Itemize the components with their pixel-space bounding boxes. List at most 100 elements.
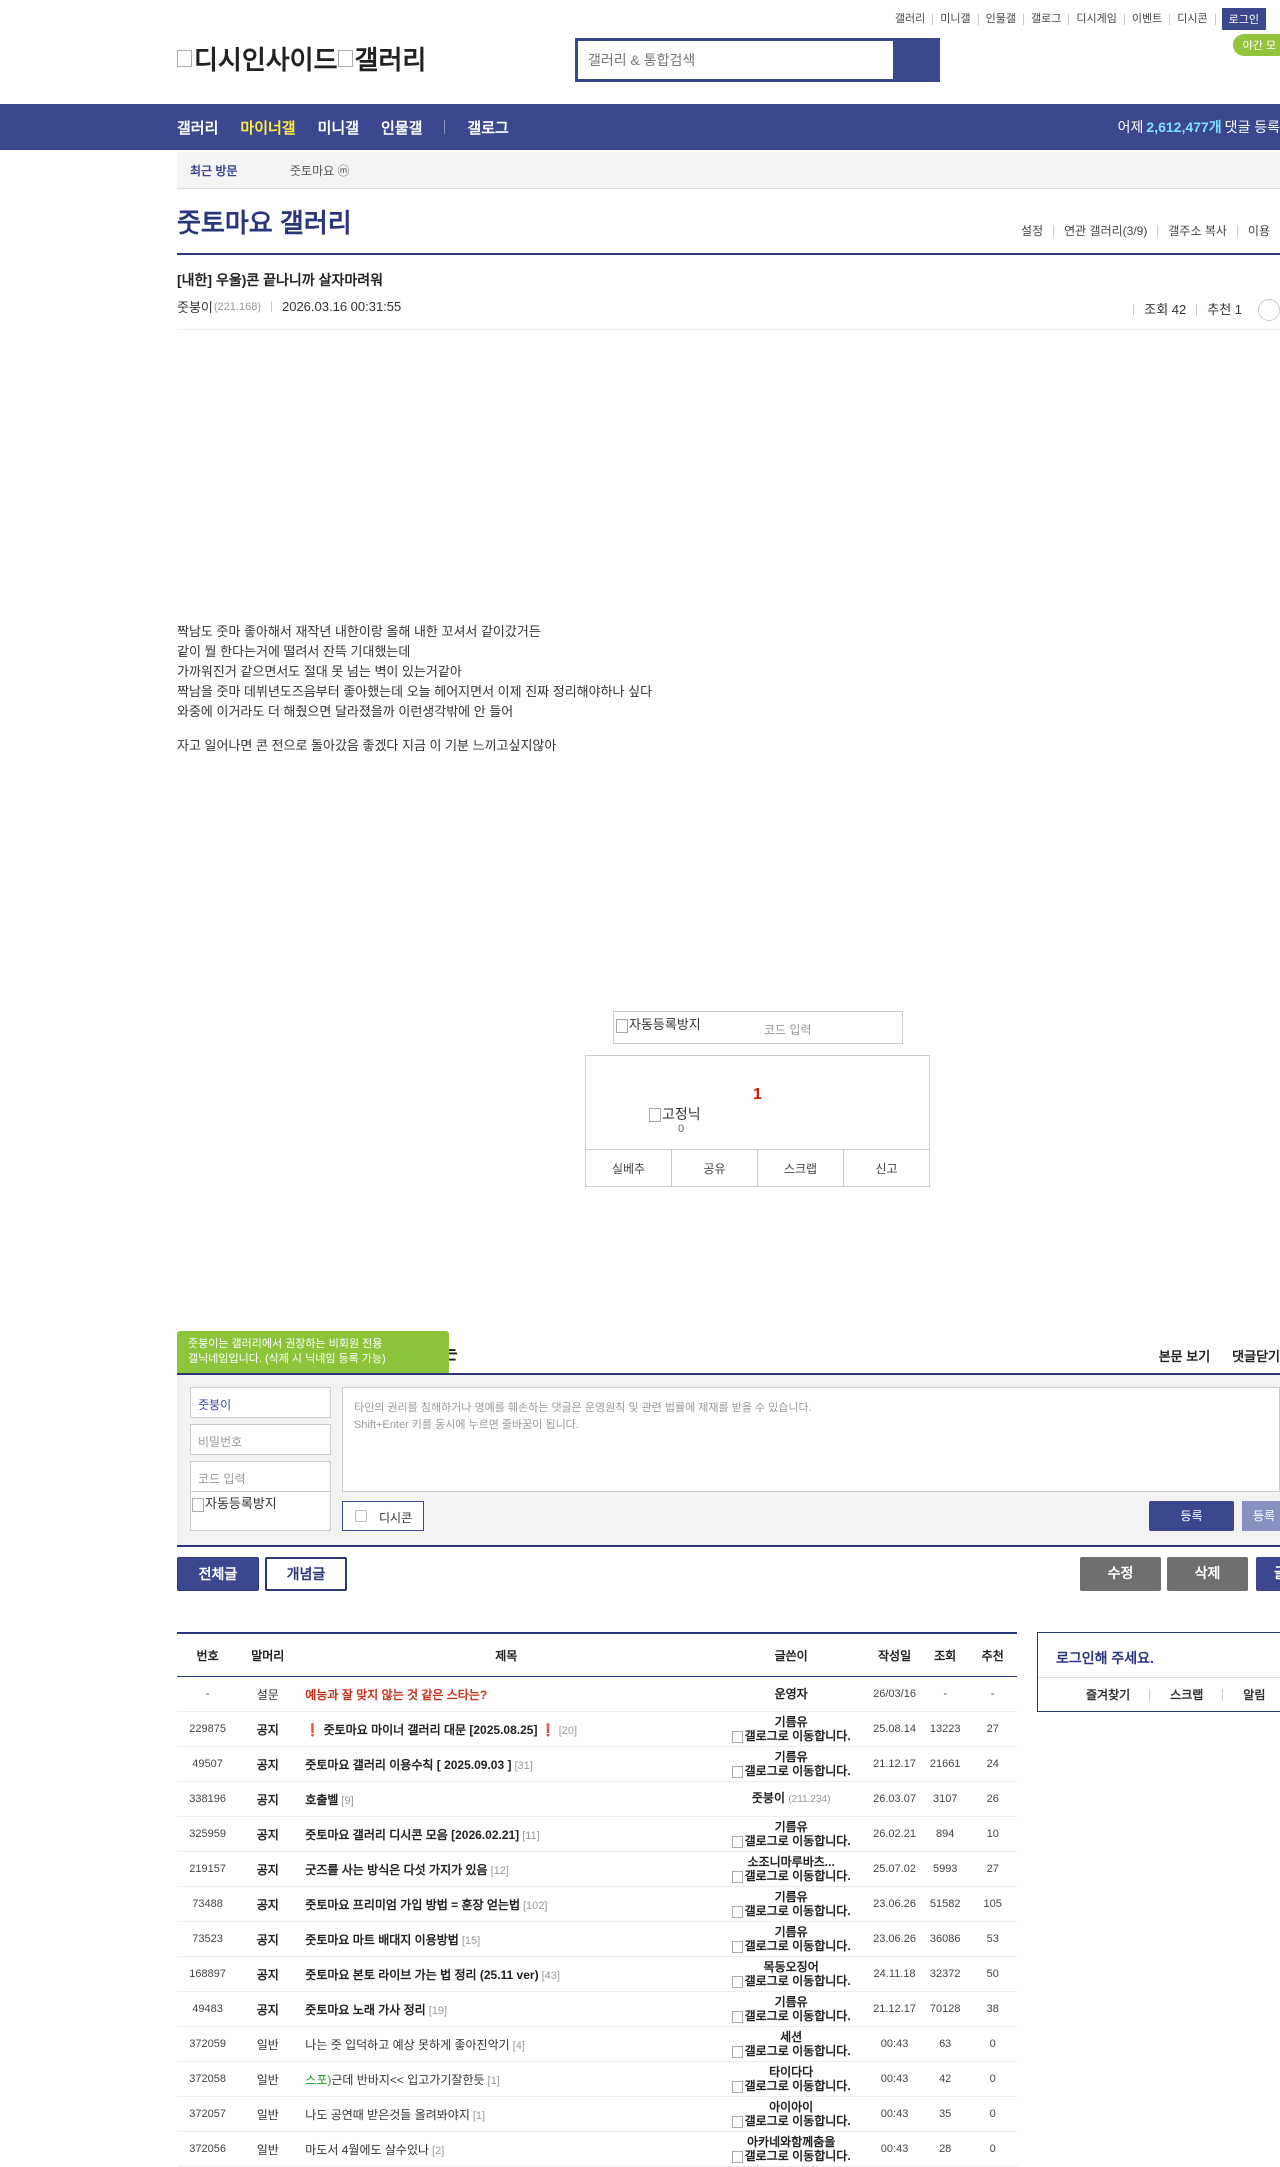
reply-count[interactable]: [20] — [559, 1725, 577, 1737]
writer-name[interactable]: 아카네와함께춤을 — [715, 2135, 867, 2149]
password-field[interactable]: 비밀번호 — [190, 1424, 331, 1455]
row-title[interactable]: 줏토마요 갤러리 디시콘 모음 [2026.02.21] [11] — [297, 1816, 716, 1852]
row-title[interactable]: 마도서 4월에도 살수있나 [2] — [297, 2131, 716, 2167]
copy-url-link[interactable]: 갤주소 복사 — [1157, 225, 1237, 237]
row-title-text[interactable]: ❗ 줏토마요 마이너 갤러리 대문 [2025.08.25] ❗ — [305, 1723, 555, 1737]
login-button[interactable]: 로그인 — [1221, 8, 1266, 30]
row-title[interactable]: 줏토마요 갤러리 이용수칙 [ 2025.09.03 ] [31] — [297, 1746, 716, 1782]
reply-count[interactable]: [9] — [341, 1795, 353, 1807]
reply-count[interactable]: [19] — [429, 2005, 447, 2017]
row-title-text[interactable]: 마도서 4월에도 살수있나 — [305, 2143, 429, 2157]
usage-link[interactable]: 이용 — [1236, 225, 1280, 237]
util-link-mini[interactable]: 미니갤 — [933, 13, 979, 25]
captcha-code-input[interactable]: 코드 입력 — [764, 1021, 812, 1038]
nav-minor-gallery[interactable]: 마이너갤 — [240, 117, 295, 138]
share-button[interactable]: 공유 — [672, 1150, 758, 1186]
nickname-field[interactable]: 줏붕이 — [190, 1387, 331, 1418]
nav-gallog[interactable]: 갤로그 — [467, 117, 508, 138]
row-title[interactable]: 굿즈를 사는 방식은 다섯 가지가 있음 [12] — [297, 1851, 716, 1887]
reply-count[interactable]: [2] — [432, 2145, 444, 2157]
gallog-link[interactable]: 갤로그로 이동합니다. — [715, 2079, 867, 2093]
writer-name[interactable]: 소조니마루바츠... — [715, 1855, 867, 1869]
reply-count[interactable]: [102] — [523, 1900, 547, 1912]
reply-count[interactable]: [43] — [542, 1970, 560, 1982]
delete-button[interactable]: 삭제 — [1167, 1557, 1248, 1591]
gallery-settings-link[interactable]: 설정 — [1011, 225, 1053, 237]
close-comments-link[interactable]: 댓글닫기 — [1232, 1346, 1280, 1365]
util-link-dccon[interactable]: 디시콘 — [1170, 13, 1216, 25]
row-title[interactable]: 줏토마요 본토 라이브 가는 법 정리 (25.11 ver) [43] — [297, 1956, 716, 1992]
writer-name[interactable]: 세션 — [715, 2030, 867, 2044]
writer-name[interactable]: 기름유 — [715, 1925, 867, 1939]
row-title-text[interactable]: 줏토마요 갤러리 이용수칙 [ 2025.09.03 ] — [305, 1758, 511, 1772]
reply-count[interactable]: [12] — [491, 1865, 509, 1877]
writer-name[interactable]: 타이다다 — [715, 2065, 867, 2079]
nav-mini-gallery[interactable]: 미니갤 — [318, 117, 359, 138]
row-title-text[interactable]: 줏토마요 갤러리 디시콘 모음 [2026.02.21] — [305, 1828, 519, 1842]
favorites-link[interactable]: 즐겨찾기 — [1038, 1689, 1151, 1701]
gallery-title[interactable]: 줏토마요 갤러리 — [177, 203, 352, 240]
gallog-link[interactable]: 갤로그로 이동합니다. — [715, 1764, 867, 1778]
writer-name[interactable]: 아이아이 — [715, 2100, 867, 2114]
write-button[interactable]: 글 — [1256, 1557, 1280, 1591]
reply-count[interactable]: [1] — [488, 2075, 500, 2087]
post-author[interactable]: 줏붕이 — [177, 297, 213, 316]
edit-button[interactable]: 수정 — [1080, 1557, 1161, 1591]
row-title-text[interactable]: 굿즈를 사는 방식은 다섯 가지가 있음 — [305, 1863, 487, 1877]
comment-submit-reco-button[interactable]: 등록 — [1242, 1501, 1280, 1531]
row-title-text[interactable]: 나도 공연때 받은것들 올려봐야지 — [305, 2108, 470, 2122]
night-mode-button[interactable]: 야간 모 — [1232, 34, 1280, 56]
row-title-text[interactable]: 줏토마요 프리미엄 가입 방법 = 훈장 얻는법 — [305, 1898, 520, 1912]
row-title-text[interactable]: 줏토마요 노래 가사 정리 — [305, 2003, 425, 2017]
gallog-link[interactable]: 갤로그로 이동합니다. — [715, 2044, 867, 2058]
scrap-link[interactable]: 스크랩 — [1150, 1689, 1224, 1701]
row-title-text[interactable]: 호출벨 — [305, 1793, 338, 1807]
gallog-link[interactable]: 갤로그로 이동합니다. — [715, 1869, 867, 1883]
util-link-gallery[interactable]: 갤러리 — [888, 13, 934, 25]
search-button[interactable] — [893, 41, 937, 79]
gallog-link[interactable]: 갤로그로 이동합니다. — [715, 1904, 867, 1918]
all-posts-button[interactable]: 전체글 — [177, 1557, 259, 1591]
scrap-button[interactable]: 스크랩 — [758, 1150, 844, 1186]
row-title[interactable]: 스포)근데 반바지<< 입고가기잘한듯 [1] — [297, 2061, 716, 2097]
gallog-link[interactable]: 갤로그로 이동합니다. — [715, 1939, 867, 1953]
row-title-text[interactable]: 근데 반바지<< 입고가기잘한듯 — [331, 2073, 484, 2087]
code-field[interactable]: 코드 입력 — [190, 1461, 331, 1492]
alert-link[interactable]: 알림 — [1223, 1689, 1280, 1701]
row-title[interactable]: 호출벨 [9] — [297, 1781, 716, 1817]
row-title[interactable]: ❗ 줏토마요 마이너 갤러리 대문 [2025.08.25] ❗ [20] — [297, 1711, 716, 1747]
reply-count[interactable]: [1] — [473, 2110, 485, 2122]
row-title-text[interactable]: 예능과 잘 맞지 않는 것 같은 스타는? — [305, 1688, 487, 1702]
reply-count[interactable]: [31] — [514, 1760, 532, 1772]
row-title[interactable]: 줏토마요 프리미엄 가입 방법 = 훈장 얻는법 [102] — [297, 1886, 716, 1922]
writer-name[interactable]: 기름유 — [715, 1750, 867, 1764]
row-title[interactable]: 줏토마요 노래 가사 정리 [19] — [297, 1991, 716, 2027]
nav-person-gallery[interactable]: 인물갤 — [381, 117, 422, 138]
row-title-text[interactable]: 줏토마요 본토 라이브 가는 법 정리 (25.11 ver) — [305, 1968, 538, 1982]
row-title[interactable]: 나도 공연때 받은것들 올려봐야지 [1] — [297, 2096, 716, 2132]
more-icon[interactable] — [1258, 299, 1280, 321]
row-title[interactable]: 줏토마요 마트 배대지 이용방법 [15] — [297, 1921, 716, 1957]
dccon-button[interactable]: 디시콘 — [342, 1501, 424, 1531]
gallog-link[interactable]: 갤로그로 이동합니다. — [715, 2114, 867, 2128]
search-input[interactable] — [578, 41, 893, 79]
gallog-link[interactable]: 갤로그로 이동합니다. — [715, 1974, 867, 1988]
util-link-gallog[interactable]: 갤로그 — [1024, 13, 1070, 25]
gallog-link[interactable]: 갤로그로 이동합니다. — [715, 2009, 867, 2023]
related-gallery-link[interactable]: 연관 갤러리(3/9) — [1053, 225, 1157, 237]
view-body-link[interactable]: 본문 보기 — [1159, 1346, 1210, 1365]
writer-name[interactable]: 기름유 — [715, 1715, 867, 1729]
login-prompt[interactable]: 로그인해 주세요. — [1056, 1648, 1154, 1668]
row-title-text[interactable]: 줏토마요 마트 배대지 이용방법 — [305, 1933, 459, 1947]
writer-name[interactable]: 기름유 — [715, 1890, 867, 1904]
row-title[interactable]: 예능과 잘 맞지 않는 것 같은 스타는? — [297, 1676, 716, 1712]
util-link-dcgame[interactable]: 디시게임 — [1069, 13, 1125, 25]
writer-name[interactable]: 운영자 — [775, 1687, 808, 1701]
writer-name[interactable]: 기름유 — [715, 1995, 867, 2009]
recent-item[interactable]: 줏토마요 ⓜ — [290, 162, 350, 179]
reply-count[interactable]: [15] — [462, 1935, 480, 1947]
site-logo[interactable]: 디시인사이드 갤러리 — [177, 40, 426, 77]
report-button[interactable]: 신고 — [844, 1150, 929, 1186]
gallog-link[interactable]: 갤로그로 이동합니다. — [715, 1834, 867, 1848]
row-title-text[interactable]: 나는 줏 입덕하고 예상 못하게 좋아진악기 — [305, 2038, 509, 2052]
